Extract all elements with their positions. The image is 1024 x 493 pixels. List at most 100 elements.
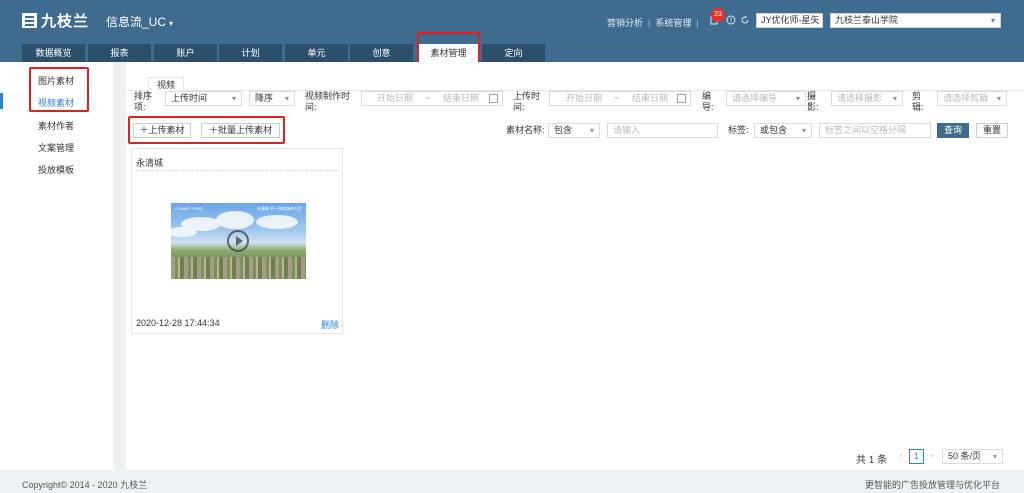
editor-placeholder: 请选择编导 (732, 93, 778, 103)
name-match-select[interactable]: 包含 ▾ (548, 123, 600, 138)
chevron-down-icon: ▾ (801, 126, 806, 135)
sidebar: 图片素材 视频素材 素材作者 文案管理 投放模板 (0, 62, 113, 470)
upload-date: 2020-12-28 17:44:34 (136, 318, 220, 328)
refresh-icon[interactable] (740, 15, 750, 25)
query-button[interactable]: 查询 (937, 123, 969, 138)
active-indicator (0, 93, 3, 109)
sort-field-select[interactable]: 上传时间 ▾ (165, 91, 242, 106)
video-end-date: 结束日期 (443, 93, 480, 103)
city-skyline (171, 257, 306, 279)
photography-select[interactable]: 请选择摄影 ▾ (831, 91, 903, 106)
range-separator: ~ (425, 93, 431, 103)
editing-label: 剪辑: (912, 91, 924, 112)
video-thumbnail[interactable]: CHANG YONG 永清城 不一样的城市生活 (171, 203, 306, 279)
video-time-label: 视频制作时间: (305, 91, 351, 112)
editor-select[interactable]: 请选择编导 ▾ (726, 91, 806, 106)
upload-end-date: 结束日期 (632, 93, 669, 103)
tab-targeting[interactable]: 定向 (482, 44, 545, 62)
main-content: 视频 排序项: 上传时间 ▾ 降序 ▾ 视频制作时间: 开始日期 ~ 结束日期 上传… (126, 62, 1024, 470)
divider (136, 170, 338, 171)
sidebar-item-videos[interactable]: 视频素材 (38, 96, 74, 109)
slogan: 更智能的广告投放管理与优化平台 (864, 480, 1000, 490)
thumbnail-caption-right: 永清城 不一样的城市生活 (256, 206, 302, 211)
sort-order-select[interactable]: 降序 ▾ (249, 91, 295, 106)
org-select[interactable]: 九枝兰泰山学院 ▾ (830, 13, 1001, 28)
next-page-icon[interactable]: › (927, 449, 937, 464)
account-select-value: JY优化师-星矢 (761, 15, 820, 25)
chevron-down-icon: ▾ (284, 94, 289, 103)
upload-asset-button[interactable]: ＋上传素材 (133, 123, 191, 138)
calendar-icon (677, 94, 686, 103)
chevron-down-icon: ▾ (812, 16, 817, 25)
copyright: Copyright© 2014 - 2020 九枝兰 (22, 480, 148, 490)
sort-label: 排序项: (134, 91, 153, 112)
editor-label: 编导: (702, 91, 714, 112)
upload-time-range[interactable]: 开始日期 ~ 结束日期 (549, 91, 691, 106)
sidebar-item-templates[interactable]: 投放模板 (38, 163, 74, 176)
total-count: 共 1 条 (856, 455, 888, 466)
photography-label: 摄影: (807, 91, 819, 112)
play-icon[interactable] (227, 230, 249, 252)
batch-upload-button[interactable]: ＋批量上传素材 (201, 123, 280, 138)
cloud-shape (256, 215, 298, 229)
tag-label: 标签: (728, 125, 749, 135)
upload-start-date: 开始日期 (566, 93, 603, 103)
divider: | (648, 18, 651, 28)
subtab-bar: 视频 (126, 74, 1024, 92)
account-select[interactable]: JY优化师-星矢 ▾ (756, 13, 823, 28)
app-title: 信息流_UC (106, 15, 167, 29)
chevron-down-icon: ▾ (169, 19, 174, 28)
reset-button[interactable]: 重置 (976, 123, 1008, 138)
video-start-date: 开始日期 (377, 93, 414, 103)
range-separator: ~ (614, 93, 620, 103)
page-size-select[interactable]: 50 条/页 ▾ (942, 449, 1003, 464)
org-select-value: 九枝兰泰山学院 (835, 15, 899, 25)
notification-badge: 23 (711, 8, 725, 22)
header-links: 营销分析 | 系统管理 | (607, 16, 704, 29)
editing-placeholder: 请选择剪辑 (943, 93, 989, 103)
tab-reports[interactable]: 报表 (88, 44, 151, 62)
tab-units[interactable]: 单元 (285, 44, 348, 62)
tab-plans[interactable]: 计划 (219, 44, 282, 62)
chevron-down-icon: ▾ (892, 94, 897, 103)
name-match-value: 包含 (554, 125, 573, 135)
delete-link[interactable]: 删除 (321, 318, 339, 331)
page-1-button[interactable]: 1 (909, 449, 924, 464)
sidebar-item-images[interactable]: 图片素材 (38, 74, 74, 87)
main-nav: 数据概览 报表 账户 计划 单元 创意 素材管理 定向 (0, 42, 1024, 62)
tag-input[interactable]: 标签之间以空格分隔 (819, 123, 931, 138)
help-icon[interactable]: ? (726, 15, 736, 25)
tab-asset-management[interactable]: 素材管理 (417, 44, 480, 62)
tab-data-overview[interactable]: 数据概览 (22, 44, 85, 62)
marketing-analysis-link[interactable]: 营销分析 (607, 18, 643, 28)
video-time-range[interactable]: 开始日期 ~ 结束日期 (361, 91, 503, 106)
cloud-shape (216, 211, 254, 229)
cloud-shape (171, 227, 197, 237)
chevron-down-icon: ▾ (996, 94, 1001, 103)
svg-text:?: ? (729, 18, 732, 25)
tag-match-select[interactable]: 或包含 ▾ (754, 123, 812, 138)
plus-icon: ＋ (208, 125, 218, 135)
tab-video[interactable]: 视频 (148, 77, 185, 92)
tab-creatives[interactable]: 创意 (350, 44, 413, 62)
tab-accounts[interactable]: 账户 (154, 44, 217, 62)
asset-name-label: 素材名称: (506, 125, 545, 135)
prev-page-icon[interactable]: ‹ (896, 449, 906, 464)
asset-name-input[interactable]: 请输入 (607, 123, 718, 138)
app-switcher[interactable]: 信息流_UC ▾ (106, 13, 173, 30)
video-card[interactable]: 永清城 CHANG YONG 永清城 不一样的城市生活 2020-12-28 1… (131, 148, 343, 334)
editing-select[interactable]: 请选择剪辑 ▾ (937, 91, 1007, 106)
batch-upload-label: 批量上传素材 (218, 125, 273, 135)
video-title: 永清城 (136, 158, 164, 168)
top-header: 九枝兰 信息流_UC ▾ 营销分析 | 系统管理 | 23 ? JY优化师-星矢 ▾ 九枝… (0, 0, 1024, 42)
logo[interactable]: 九枝兰 (22, 11, 90, 30)
thumbnail-caption-left: CHANG YONG (175, 206, 203, 211)
sidebar-item-authors[interactable]: 素材作者 (38, 119, 74, 132)
logo-text: 九枝兰 (41, 12, 90, 30)
page-size-value: 50 条/页 (948, 451, 982, 461)
sidebar-item-copywriting[interactable]: 文案管理 (38, 141, 74, 154)
chevron-down-icon: ▾ (589, 126, 594, 135)
chevron-down-icon: ▾ (795, 94, 800, 103)
system-management-link[interactable]: 系统管理 (655, 18, 691, 28)
upload-time-label: 上传时间: (513, 91, 541, 112)
